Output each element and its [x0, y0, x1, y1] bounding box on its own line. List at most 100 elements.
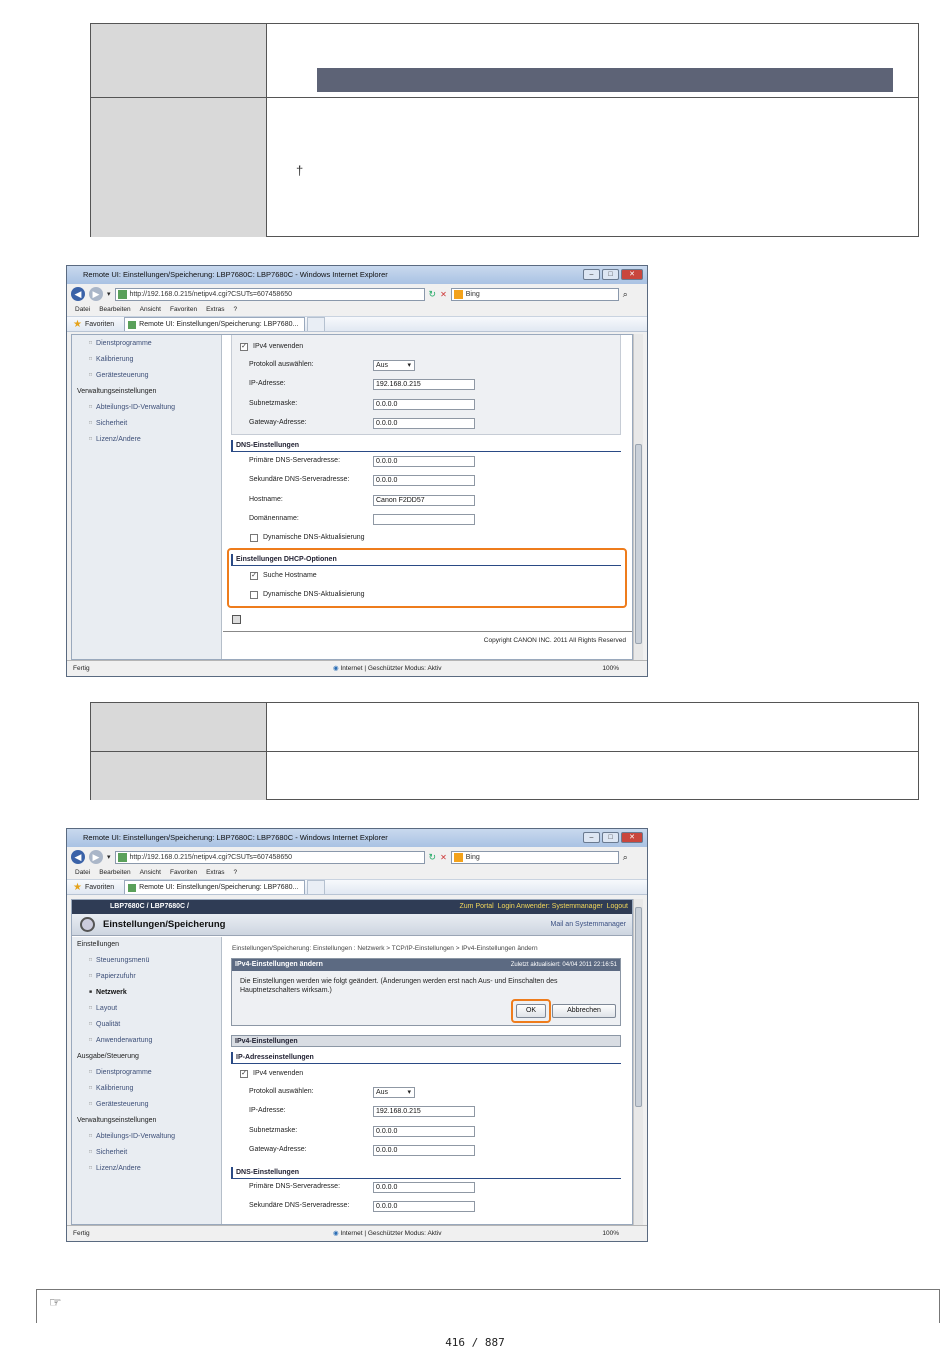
menu-item[interactable]: Favoriten	[170, 304, 197, 316]
portal-link[interactable]: Zum Portal	[460, 903, 494, 910]
logout-link[interactable]: Logout	[607, 903, 628, 910]
sidebar-item-sicherheit[interactable]: Sicherheit	[89, 420, 127, 427]
hostname-input[interactable]: Canon F2DD57	[373, 495, 475, 506]
ip-address-input[interactable]: 192.168.0.215	[373, 379, 475, 390]
gateway-input[interactable]: 0.0.0.0	[373, 1145, 475, 1156]
info-table-label-cell	[91, 752, 267, 800]
sidebar-item-steuerungsmenue[interactable]: Steuerungsmenü	[89, 957, 149, 964]
refresh-icon[interactable]: ↻	[429, 852, 437, 863]
menu-item[interactable]: Favoriten	[170, 867, 197, 879]
new-tab-button[interactable]	[307, 880, 326, 894]
ipv4-checkbox[interactable]: ✓	[240, 343, 248, 351]
sidebar-item-layout[interactable]: Layout	[89, 1005, 117, 1012]
dhcp-highlight-box	[227, 548, 627, 608]
sidebar-item-abteilungs-id[interactable]: Abteilungs-ID-Verwaltung	[89, 1133, 175, 1140]
sidebar-item-geraetesteuerung[interactable]: Gerätesteuerung	[89, 1101, 149, 1108]
sidebar-item-lizenz[interactable]: Lizenz/Andere	[89, 436, 141, 443]
menu-item[interactable]: Datei	[75, 304, 90, 316]
sidebar-item-abteilungs-id[interactable]: Abteilungs-ID-Verwaltung	[89, 404, 175, 411]
vertical-scrollbar[interactable]	[633, 334, 643, 660]
address-bar[interactable]: http://192.168.0.215/netipv4.cgi?CSUTs=6…	[114, 850, 425, 864]
zoom-level[interactable]: 100%	[602, 1226, 619, 1241]
vertical-scrollbar[interactable]	[633, 899, 643, 1225]
dyn-dns-checkbox[interactable]	[250, 534, 258, 542]
menu-item[interactable]: ?	[234, 867, 238, 879]
menu-item[interactable]: ?	[234, 304, 238, 316]
ipv4-use-label: IPv4 verwenden	[253, 1070, 304, 1077]
menu-item[interactable]: Extras	[206, 304, 224, 316]
search-icon[interactable]: ⌕	[623, 852, 628, 863]
favorites-bar: ★ Favoriten Remote UI: Einstellungen/Spe…	[67, 316, 647, 332]
sidebar-item-geraetesteuerung[interactable]: Gerätesteuerung	[89, 372, 149, 379]
search-input[interactable]: Bing	[450, 850, 619, 864]
back-icon[interactable]: ◀	[71, 850, 85, 864]
forward-icon[interactable]: ▶	[89, 850, 103, 864]
globe-icon: ◉	[333, 1230, 339, 1237]
menu-item[interactable]: Bearbeiten	[99, 304, 130, 316]
protokoll-select[interactable]: Aus	[373, 1087, 415, 1098]
ipv4-checkbox[interactable]: ✓	[240, 1070, 248, 1078]
favorites-button[interactable]: Favoriten	[85, 321, 114, 328]
history-dropdown-icon[interactable]: ▾	[107, 290, 111, 298]
dns2-label: Sekundäre DNS-Serveradresse:	[249, 1202, 350, 1209]
maximize-icon[interactable]: □	[602, 269, 619, 280]
dns2-input[interactable]: 0.0.0.0	[373, 475, 475, 486]
confirm-dialog: IPv4-Einstellungen ändern Zuletzt aktual…	[231, 958, 621, 1026]
browser-tab[interactable]: Remote UI: Einstellungen/Speicherung: LB…	[124, 880, 306, 894]
history-dropdown-icon[interactable]: ▾	[107, 853, 111, 861]
close-icon[interactable]: ✕	[621, 832, 643, 843]
menu-item[interactable]: Ansicht	[140, 867, 161, 879]
new-tab-button[interactable]	[307, 317, 326, 331]
sidebar: Einstellungen Steuerungsmenü Papierzufuh…	[72, 937, 222, 1224]
address-bar[interactable]: http://192.168.0.215/netipv4.cgi?CSUTs=6…	[114, 287, 425, 301]
menu-item[interactable]: Ansicht	[140, 304, 161, 316]
forward-icon[interactable]: ▶	[89, 287, 103, 301]
scrollbar-thumb[interactable]	[635, 444, 642, 644]
sidebar-item-kalibrierung[interactable]: Kalibrierung	[89, 356, 133, 363]
zoom-level[interactable]: 100%	[602, 661, 619, 676]
minimize-icon[interactable]: –	[583, 269, 600, 280]
sidebar-item-dienstprogramme[interactable]: Dienstprogramme	[89, 340, 152, 347]
sidebar-item-netzwerk[interactable]: Netzwerk	[89, 989, 127, 996]
dns2-input[interactable]: 0.0.0.0	[373, 1201, 475, 1212]
mail-link[interactable]: Mail an Systemmanager	[551, 921, 626, 928]
stop-icon[interactable]: ✕	[440, 290, 447, 299]
info-table-row	[91, 24, 918, 97]
protokoll-select[interactable]: Aus	[373, 360, 415, 371]
sidebar-item-lizenz[interactable]: Lizenz/Andere	[89, 1165, 141, 1172]
menu-item[interactable]: Bearbeiten	[99, 867, 130, 879]
search-icon[interactable]: ⌕	[623, 289, 628, 300]
favorites-star-icon[interactable]: ★	[73, 882, 82, 893]
maximize-icon[interactable]: □	[602, 832, 619, 843]
menu-item[interactable]: Datei	[75, 867, 90, 879]
subnet-input[interactable]: 0.0.0.0	[373, 399, 475, 410]
stop-icon[interactable]: ✕	[440, 853, 447, 862]
dialog-title-bar: IPv4-Einstellungen ändern Zuletzt aktual…	[232, 959, 620, 971]
refresh-icon[interactable]: ↻	[429, 289, 437, 300]
close-icon[interactable]: ✕	[621, 269, 643, 280]
favorites-button[interactable]: Favoriten	[85, 884, 114, 891]
domain-input[interactable]	[373, 514, 475, 525]
sidebar-item-kalibrierung[interactable]: Kalibrierung	[89, 1085, 133, 1092]
sidebar-item-dienstprogramme[interactable]: Dienstprogramme	[89, 1069, 152, 1076]
dns1-input[interactable]: 0.0.0.0	[373, 1182, 475, 1193]
cancel-button[interactable]: Abbrechen	[552, 1004, 616, 1018]
sidebar-item-qualitaet[interactable]: Qualität	[89, 1021, 120, 1028]
dns1-input[interactable]: 0.0.0.0	[373, 456, 475, 467]
sidebar-item-anwenderwartung[interactable]: Anwenderwartung	[89, 1037, 152, 1044]
subnet-input[interactable]: 0.0.0.0	[373, 1126, 475, 1137]
dialog-text: Die Einstellungen werden wie folgt geänd…	[240, 978, 558, 994]
sidebar-item-papierzufuhr[interactable]: Papierzufuhr	[89, 973, 136, 980]
minimize-icon[interactable]: –	[583, 832, 600, 843]
search-input[interactable]: Bing	[450, 287, 619, 301]
browser-tab[interactable]: Remote UI: Einstellungen/Speicherung: LB…	[124, 317, 306, 331]
menu-item[interactable]: Extras	[206, 867, 224, 879]
favorites-star-icon[interactable]: ★	[73, 319, 82, 330]
back-icon[interactable]: ◀	[71, 287, 85, 301]
scrollbar-thumb[interactable]	[635, 907, 642, 1107]
sidebar-item-sicherheit[interactable]: Sicherheit	[89, 1149, 127, 1156]
ip-address-input[interactable]: 192.168.0.215	[373, 1106, 475, 1117]
page-viewport: Dienstprogramme Kalibrierung Gerätesteue…	[71, 334, 633, 660]
window-title: Remote UI: Einstellungen/Speicherung: LB…	[67, 829, 647, 847]
gateway-input[interactable]: 0.0.0.0	[373, 418, 475, 429]
